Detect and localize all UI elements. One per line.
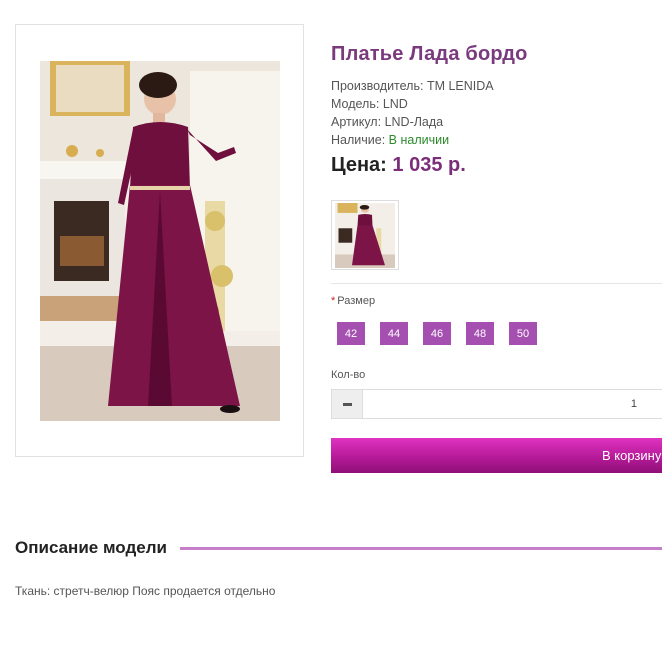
size-options: 42 44 46 48 50 <box>337 322 537 345</box>
required-asterisk: * <box>331 295 336 307</box>
add-to-cart-button[interactable]: В корзину <box>331 438 662 473</box>
model-label: Модель: <box>331 97 380 111</box>
description-text: Ткань: стретч-велюр Пояс продается отдел… <box>15 584 276 598</box>
sku-label: Артикул: <box>331 115 382 129</box>
quantity-decrease-button[interactable] <box>332 390 363 418</box>
thumbnail-image <box>335 203 395 268</box>
size-option-48[interactable]: 48 <box>466 322 494 345</box>
quantity-input[interactable] <box>363 390 662 418</box>
sku-value: LND-Лада <box>384 115 444 129</box>
size-option-46[interactable]: 46 <box>423 322 451 345</box>
product-photo[interactable] <box>40 61 280 421</box>
manufacturer-row: Производитель: ТМ LENIDA <box>331 77 494 95</box>
sku-row: Артикул: LND-Лада <box>331 113 494 131</box>
description-heading: Описание модели <box>15 538 167 557</box>
size-label-text: Размер <box>337 295 376 307</box>
model-row: Модель: LND <box>331 95 494 113</box>
price-row: Цена: 1 035 р. <box>331 154 466 177</box>
dress-photo-image <box>40 61 280 421</box>
manufacturer-label: Производитель: <box>331 79 424 93</box>
availability-label: Наличие: <box>331 133 386 147</box>
manufacturer-link[interactable]: ТМ LENIDA <box>427 79 494 93</box>
price-value: 1 035 р. <box>392 154 466 176</box>
price-label: Цена: <box>331 154 387 176</box>
size-option-44[interactable]: 44 <box>380 322 408 345</box>
options-divider <box>331 283 662 284</box>
quantity-stepper <box>331 389 662 419</box>
product-title: Платье Лада бордо <box>331 43 528 65</box>
size-option-42[interactable]: 42 <box>337 322 365 345</box>
minus-icon <box>342 402 352 406</box>
size-label: * Размер <box>331 295 375 307</box>
product-image-frame[interactable] <box>15 24 304 457</box>
description-heading-rule <box>180 547 662 550</box>
model-value: LND <box>382 97 408 111</box>
availability-status: В наличии <box>388 133 450 147</box>
availability-row: Наличие: В наличии <box>331 131 494 149</box>
quantity-label: Кол-во <box>331 369 366 381</box>
size-option-50[interactable]: 50 <box>509 322 537 345</box>
product-meta: Производитель: ТМ LENIDA Модель: LND Арт… <box>331 77 494 149</box>
product-thumbnail[interactable] <box>331 200 399 270</box>
